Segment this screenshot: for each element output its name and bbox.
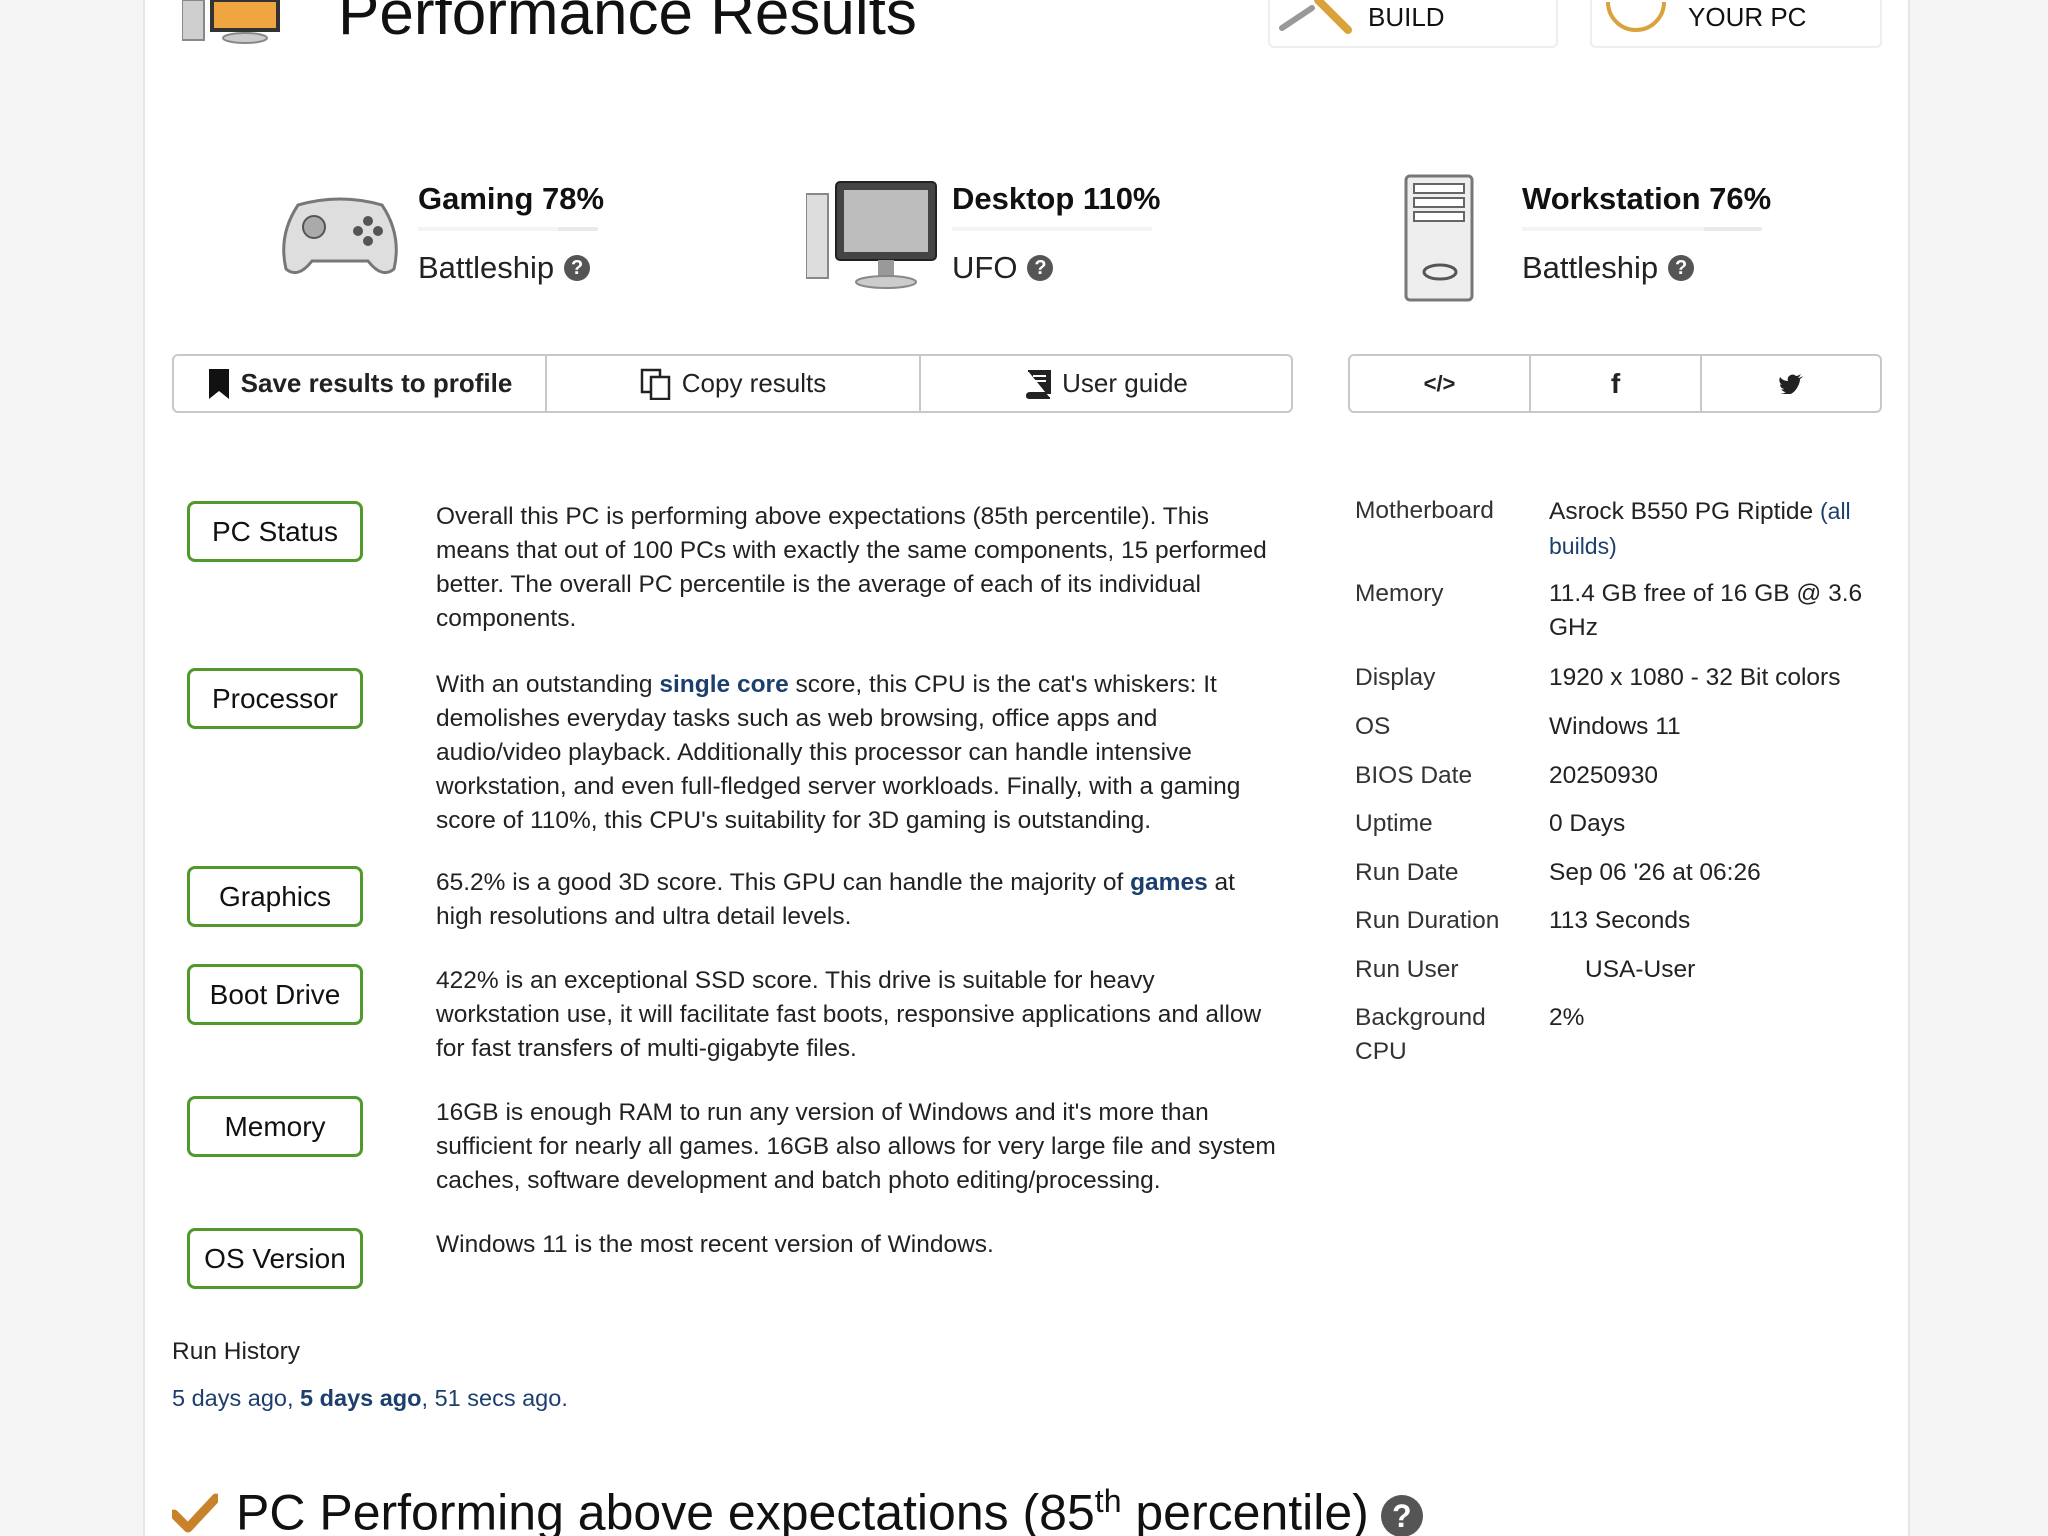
save-results-label: Save results to profile bbox=[240, 368, 513, 398]
tools-icon bbox=[1279, 0, 1352, 34]
spec-os-value: Windows 11 bbox=[1549, 713, 1681, 740]
spec-background-cpu-label: Background CPU bbox=[1355, 1004, 1486, 1065]
memory-button[interactable]: Memory bbox=[187, 1096, 363, 1157]
history-separator: , bbox=[421, 1385, 435, 1411]
pc-status-text: Overall this PC is performing above expe… bbox=[436, 503, 1267, 632]
desktop-score-bar bbox=[952, 227, 1152, 231]
boot-drive-button[interactable]: Boot Drive bbox=[187, 964, 363, 1025]
page-title: Performance Results bbox=[338, 0, 917, 48]
workstation-score-bar bbox=[1522, 227, 1762, 231]
games-link[interactable]: games bbox=[1130, 869, 1208, 896]
checkmark-icon bbox=[172, 1493, 218, 1533]
embed-button[interactable]: </> bbox=[1350, 356, 1531, 411]
nav-build-label: BUILD bbox=[1368, 2, 1445, 32]
single-core-link[interactable]: single core bbox=[659, 671, 788, 698]
processor-button[interactable]: Processor bbox=[187, 668, 363, 729]
performance-heading: PC Performing above expectations (85th p… bbox=[236, 1483, 1423, 1536]
history-separator: , bbox=[286, 1385, 301, 1411]
gaming-score-title: Gaming 78% bbox=[418, 181, 605, 216]
desktop-rank-label: UFO bbox=[952, 250, 1018, 285]
facebook-icon: f bbox=[1610, 367, 1621, 399]
processor-text: With an outstanding single core score, t… bbox=[436, 668, 1276, 838]
spec-bios-label: BIOS Date bbox=[1355, 762, 1473, 789]
spec-run-duration-value: 113 Seconds bbox=[1549, 907, 1691, 934]
help-icon[interactable]: ? bbox=[1668, 255, 1695, 281]
spec-run-date-value: Sep 06 '26 at 06:26 bbox=[1549, 859, 1761, 886]
spec-memory-value: 11.4 GB free of 16 GB @ 3.6 GHz bbox=[1549, 580, 1863, 641]
help-icon[interactable]: ? bbox=[564, 255, 591, 281]
os-version-text: Windows 11 is the most recent version of… bbox=[436, 1231, 994, 1258]
facebook-button[interactable]: f bbox=[1531, 356, 1702, 411]
spec-background-cpu-value: 2% bbox=[1549, 1004, 1585, 1031]
save-results-button[interactable]: Save results to profile bbox=[174, 356, 547, 411]
help-icon[interactable]: ? bbox=[1027, 255, 1054, 281]
spec-uptime-label: Uptime bbox=[1355, 810, 1433, 837]
run-history-title: Run History bbox=[172, 1338, 300, 1365]
desktop-score-title: Desktop 110% bbox=[952, 181, 1161, 216]
spec-run-date-label: Run Date bbox=[1355, 859, 1459, 886]
spec-os-label: OS bbox=[1355, 713, 1391, 740]
workstation-score-title: Workstation 76% bbox=[1522, 181, 1772, 216]
gaming-score-rank: Battleship ? bbox=[418, 250, 591, 286]
history-link[interactable]: 5 days ago bbox=[172, 1385, 287, 1411]
heading-sup: th bbox=[1094, 1483, 1122, 1519]
gamepad-icon bbox=[282, 197, 398, 275]
spec-run-user-label: Run User bbox=[1355, 956, 1459, 983]
run-history-links: 5 days ago, 5 days ago, 51 secs ago. bbox=[172, 1385, 568, 1412]
nav-your-pc[interactable]: YOUR PC bbox=[1590, 0, 1882, 48]
gaming-rank-label: Battleship bbox=[418, 250, 555, 285]
spec-run-duration-label: Run Duration bbox=[1355, 907, 1500, 934]
motherboard-name: Asrock B550 PG Riptide bbox=[1549, 498, 1814, 525]
book-icon bbox=[1026, 369, 1052, 399]
user-guide-label: User guide bbox=[1062, 368, 1188, 398]
spec-motherboard-value: Asrock B550 PG Riptide (all builds) bbox=[1549, 494, 1879, 564]
workstation-rank-label: Battleship bbox=[1522, 250, 1659, 285]
spec-motherboard-label: Motherboard bbox=[1355, 497, 1494, 524]
copy-results-label: Copy results bbox=[681, 368, 827, 398]
graphics-text: 65.2% is a good 3D score. This GPU can h… bbox=[436, 866, 1276, 934]
desktop-icon bbox=[806, 181, 937, 289]
twitter-button[interactable] bbox=[1702, 356, 1880, 411]
user-guide-button[interactable]: User guide bbox=[921, 356, 1291, 411]
gaming-score-bar bbox=[418, 227, 598, 231]
pc-monitor-icon bbox=[182, 0, 280, 44]
heading-prefix: PC Performing above expectations (85 bbox=[236, 1484, 1095, 1536]
graphics-text-pre: 65.2% is a good 3D score. This GPU can h… bbox=[436, 869, 1131, 896]
spec-uptime-value: 0 Days bbox=[1549, 810, 1626, 837]
nav-build[interactable]: BUILD bbox=[1268, 0, 1558, 48]
help-icon[interactable]: ? bbox=[1380, 1495, 1423, 1536]
gauge-icon bbox=[1606, 1, 1666, 32]
embed-icon: </> bbox=[1423, 370, 1456, 396]
share-toolbar: </> f bbox=[1348, 354, 1882, 413]
results-toolbar: Save results to profile Copy results Use… bbox=[172, 354, 1293, 413]
history-link-current[interactable]: 5 days ago bbox=[300, 1385, 421, 1411]
spec-bios-value: 20250930 bbox=[1549, 762, 1659, 789]
boot-drive-text: 422% is an exceptional SSD score. This d… bbox=[436, 967, 1262, 1062]
graphics-button[interactable]: Graphics bbox=[187, 866, 363, 927]
pc-status-button[interactable]: PC Status bbox=[187, 501, 363, 562]
spec-display-label: Display bbox=[1355, 664, 1436, 691]
tower-icon bbox=[1404, 174, 1474, 302]
copy-results-button[interactable]: Copy results bbox=[547, 356, 921, 411]
nav-your-pc-label: YOUR PC bbox=[1688, 2, 1807, 32]
heading-suffix: percentile) bbox=[1121, 1484, 1369, 1536]
workstation-score-rank: Battleship ? bbox=[1522, 250, 1695, 286]
bookmark-icon bbox=[208, 368, 229, 399]
desktop-score-rank: UFO ? bbox=[952, 250, 1054, 286]
memory-text: 16GB is enough RAM to run any version of… bbox=[436, 1099, 1276, 1194]
history-end: . bbox=[561, 1385, 568, 1411]
copy-icon bbox=[640, 368, 670, 400]
processor-text-pre: With an outstanding bbox=[436, 671, 660, 698]
spec-run-user-value: USA-User bbox=[1585, 956, 1696, 983]
twitter-icon bbox=[1779, 373, 1803, 394]
spec-display-value: 1920 x 1080 - 32 Bit colors bbox=[1549, 664, 1841, 691]
spec-memory-label: Memory bbox=[1355, 580, 1444, 607]
os-version-button[interactable]: OS Version bbox=[187, 1228, 363, 1289]
history-link[interactable]: 51 secs ago bbox=[435, 1385, 562, 1411]
